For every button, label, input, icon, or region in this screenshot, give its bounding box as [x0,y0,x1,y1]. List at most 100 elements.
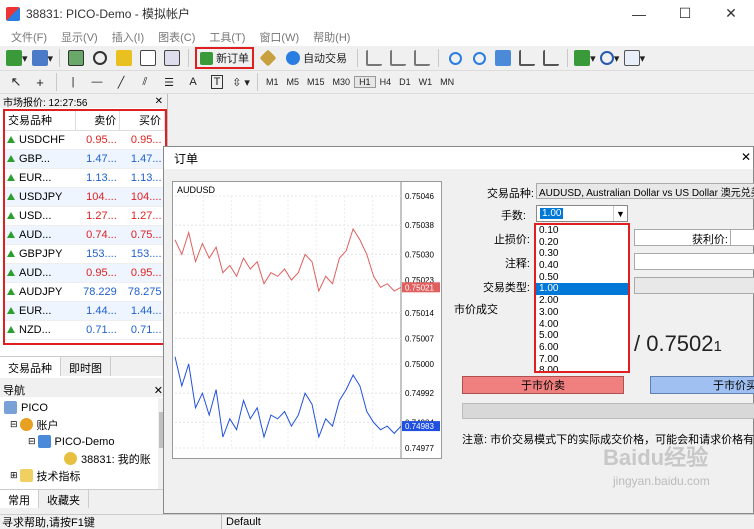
menu-insert[interactable]: 插入(I) [105,29,151,45]
new-order-button[interactable]: 新订单 [195,47,255,69]
table-row[interactable]: GBP... 1.47... 1.47... [5,149,165,169]
comment-field[interactable] [634,253,754,270]
lots-option[interactable]: 4.00 [536,319,628,331]
chart-shift-button[interactable] [517,48,537,68]
column-symbol[interactable]: 交易品种 [5,111,76,131]
lots-option[interactable]: 0.10 [536,225,628,237]
timeframe-h4[interactable]: H4 [376,77,396,87]
bar-chart-button[interactable] [364,48,384,68]
minimize-button[interactable]: — [616,0,662,27]
chevron-down-icon[interactable]: ▼ [613,206,627,221]
lots-option[interactable]: 0.30 [536,248,628,260]
close-icon[interactable]: ✕ [741,150,751,164]
vertical-line-button[interactable]: | [63,72,83,92]
tile-windows-button[interactable] [493,48,513,68]
zoom-in-button[interactable] [445,48,465,68]
tree-item-server[interactable]: ⊟ PICO-Demo [0,433,160,450]
symbol-field[interactable]: AUDUSD, Australian Dollar vs US Dollar 澳… [536,183,754,199]
maximize-button[interactable]: ☐ [662,0,708,27]
timeframe-h1[interactable]: H1 [354,76,376,88]
sell-by-market-button[interactable]: 于市价卖 [462,376,624,394]
tree-item-account[interactable]: 38831: 我的账 [0,450,160,467]
menu-view[interactable]: 显示(V) [54,29,105,45]
lots-option[interactable]: 6.00 [536,342,628,354]
arrows-button[interactable]: ⇳ ▾ [231,72,251,92]
tab-symbols[interactable]: 交易品种 [0,357,61,376]
text-button[interactable]: A [183,72,203,92]
market-watch-button[interactable] [66,48,86,68]
horizontal-line-button[interactable]: — [87,72,107,92]
strategy-tester-button[interactable] [162,48,182,68]
templates-button[interactable]: ▾ [623,48,645,68]
table-row[interactable]: EUR... 1.13... 1.13... [5,168,165,188]
autoscroll-button[interactable] [541,48,561,68]
timeframe-d1[interactable]: D1 [395,77,415,87]
table-row[interactable]: GBPJPY 153.... 153.... [5,244,165,264]
timeframe-m30[interactable]: M30 [329,77,355,87]
menu-file[interactable]: 文件(F) [4,29,54,45]
tree-item-accounts[interactable]: ⊟ 账户 [0,416,160,433]
menu-window[interactable]: 窗口(W) [252,29,306,45]
lots-option[interactable]: 7.00 [536,354,628,366]
trendline-button[interactable]: ╱ [111,72,131,92]
terminal-button[interactable] [138,48,158,68]
periods-button[interactable]: ▾ [599,48,620,68]
lots-option[interactable]: 5.00 [536,330,628,342]
close-icon[interactable]: ✕ [155,96,163,107]
table-row[interactable]: USD... 1.27... 1.27... [5,206,165,226]
table-row[interactable]: AUDJPY 78.229 78.275 [5,282,165,302]
lots-select[interactable]: 1.00 ▼ [536,205,628,222]
table-row[interactable]: USDCHF 0.95... 0.95... [5,130,165,150]
data-window-button[interactable] [90,48,110,68]
line-chart-button[interactable] [412,48,432,68]
cursor-button[interactable]: ↖ [6,72,26,92]
buy-by-market-button[interactable]: 于市价买 [650,376,754,394]
table-row[interactable]: USDJPY 104.... 104.... [5,187,165,207]
lots-option[interactable]: 0.40 [536,260,628,272]
tab-tick-chart[interactable]: 即时图 [61,357,111,376]
menu-tools[interactable]: 工具(T) [202,29,252,45]
zoom-out-button[interactable] [469,48,489,68]
navigator-button[interactable] [114,48,134,68]
tab-common[interactable]: 常用 [0,490,39,508]
new-chart-button[interactable]: ▾ [6,48,28,68]
lots-option[interactable]: 1.00 [536,283,628,296]
collapse-icon[interactable]: ⊟ [10,419,18,430]
channel-button[interactable]: ⫽ [135,72,155,92]
timeframe-m1[interactable]: M1 [262,77,283,87]
menu-help[interactable]: 帮助(H) [306,29,357,45]
tree-item-root[interactable]: PICO [0,399,160,416]
fibonacci-button[interactable]: ☰ [159,72,179,92]
menu-chart[interactable]: 图表(C) [151,29,202,45]
lots-option[interactable]: 0.50 [536,272,628,284]
expand-icon[interactable]: ⊞ [10,470,18,481]
lots-option[interactable]: 2.00 [536,295,628,307]
indicators-button[interactable]: ▾ [574,48,596,68]
metaeditor-button[interactable] [258,48,278,68]
collapse-icon[interactable]: ⊟ [28,436,36,447]
order-type-field[interactable] [634,277,754,294]
timeframe-m15[interactable]: M15 [303,77,329,87]
tree-item-indicators[interactable]: ⊞ 技术指标 [0,467,160,484]
timeframe-m5[interactable]: M5 [283,77,304,87]
crosshair-button[interactable]: + [30,72,50,92]
column-ask[interactable]: 买价 [119,111,165,131]
lots-option[interactable]: 0.20 [536,237,628,249]
column-bid[interactable]: 卖价 [75,111,121,131]
table-row[interactable]: EUR... 1.44... 1.44... [5,301,165,321]
lots-option[interactable]: 8.00 [536,365,628,371]
lots-option[interactable]: 3.00 [536,307,628,319]
tab-favorites[interactable]: 收藏夹 [39,490,89,508]
candlestick-button[interactable] [388,48,408,68]
table-row[interactable]: NZD... 0.71... 0.71... [5,320,165,340]
table-row[interactable]: AUD... 0.74... 0.75... [5,225,165,245]
profiles-button[interactable]: ▾ [31,48,53,68]
close-icon[interactable]: ✕ [154,384,163,397]
close-button[interactable]: ✕ [708,0,754,27]
auto-trading-button[interactable]: 自动交易 [282,48,351,68]
take-profit-field[interactable] [730,229,754,246]
timeframe-mn[interactable]: MN [436,77,458,87]
table-row[interactable]: AUD... 0.95... 0.95... [5,263,165,283]
label-button[interactable]: T [207,72,227,92]
timeframe-w1[interactable]: W1 [415,77,437,87]
